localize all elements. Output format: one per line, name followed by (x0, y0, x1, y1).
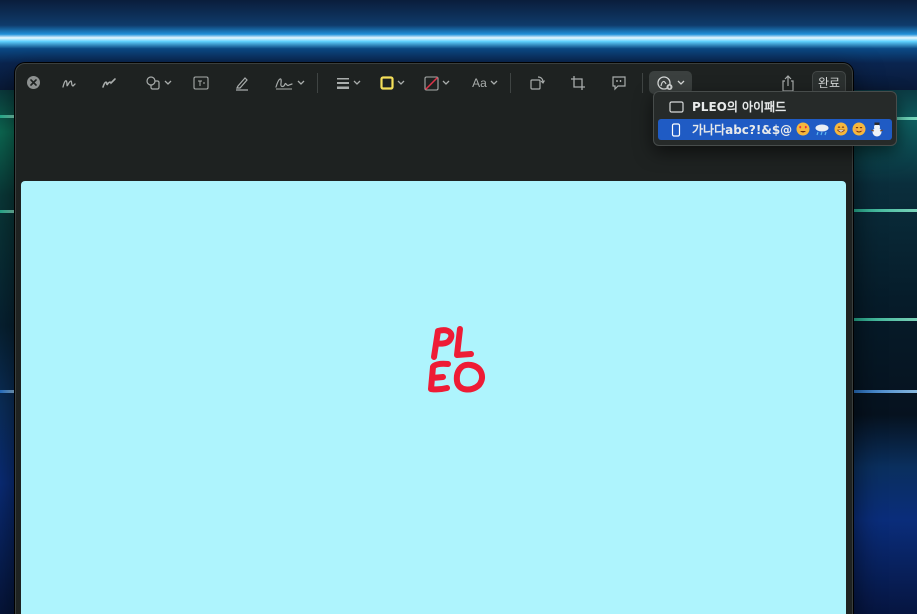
chevron-down-icon (442, 80, 450, 85)
wallpaper-line (852, 318, 917, 321)
cloud-rain-emoji (815, 124, 829, 136)
wallpaper-line (0, 390, 14, 393)
border-color-icon (379, 76, 394, 90)
highlight-button[interactable] (231, 71, 253, 95)
chevron-down-icon (397, 80, 404, 85)
crop-icon (571, 76, 585, 90)
chevron-down-icon (353, 80, 360, 85)
draw-button[interactable] (98, 71, 120, 95)
wallpaper-line (0, 115, 14, 118)
sketch-icon (62, 80, 76, 88)
draw-icon (102, 78, 116, 88)
menu-item-label: PLEO의 아이패드 (692, 100, 787, 114)
wallpaper-line (852, 390, 917, 393)
close-button[interactable] (27, 76, 40, 89)
shapes-icon (145, 76, 160, 90)
chevron-down-icon (164, 80, 171, 85)
toolbar-divider (510, 73, 511, 93)
menu-item-label: 가나다abc?!&$@ (692, 123, 793, 137)
document-canvas[interactable] (21, 181, 846, 614)
fill-color-button[interactable] (421, 71, 453, 95)
device-dropdown-menu: PLEO의 아이패드 가나다abc?!&$@ (653, 91, 897, 146)
chevron-down-icon (677, 80, 684, 85)
menu-item-ipad[interactable]: PLEO의 아이패드 (658, 96, 892, 117)
toolbar-divider (642, 73, 643, 93)
annotate-icon (612, 76, 626, 91)
close-icon (30, 79, 37, 86)
line-weight-button[interactable] (334, 71, 362, 95)
annotate-button[interactable] (608, 71, 630, 95)
menu-item-iphone[interactable]: 가나다abc?!&$@ (658, 119, 892, 140)
border-color-button[interactable] (377, 71, 407, 95)
grin-emoji (834, 122, 848, 136)
line-weight-icon (336, 78, 349, 89)
wallpaper-line (852, 209, 917, 212)
crop-button[interactable] (567, 71, 589, 95)
rotate-icon (530, 76, 545, 90)
toolbar-divider (317, 73, 318, 93)
smile-emoji (852, 122, 866, 136)
snowman-emoji (871, 122, 884, 137)
emoji-group (796, 122, 884, 137)
share-icon (782, 74, 794, 92)
textbox-icon (193, 76, 209, 90)
wallpaper-right-edge (850, 90, 917, 614)
pleo-logo (428, 326, 486, 393)
text-style-icon: Aa (472, 76, 487, 90)
fill-color-icon (424, 75, 439, 91)
ipad-icon (668, 99, 684, 115)
markup-device-icon (656, 75, 672, 90)
rotate-button[interactable] (526, 71, 548, 95)
sketch-button[interactable] (58, 71, 80, 95)
chevron-down-icon (297, 80, 304, 85)
shapes-button[interactable] (142, 71, 174, 95)
signature-button[interactable] (272, 71, 306, 95)
chevron-down-icon (490, 80, 498, 85)
iphone-icon (668, 122, 684, 138)
signature-icon (274, 78, 293, 90)
wallpaper-line (0, 210, 14, 213)
text-style-button[interactable]: Aa (469, 71, 501, 95)
heart-eyes-emoji (796, 122, 810, 136)
textbox-button[interactable] (190, 71, 212, 95)
highlight-icon (236, 77, 248, 91)
